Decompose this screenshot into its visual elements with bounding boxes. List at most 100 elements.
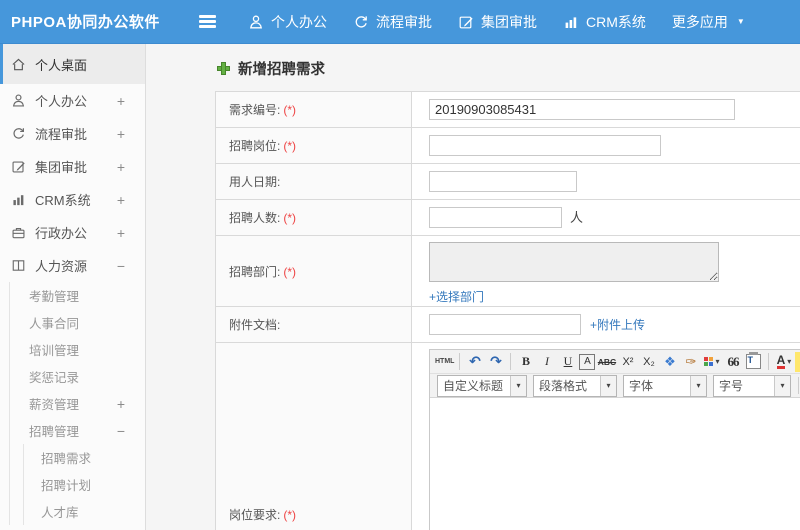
sidebar-item-label: 流程审批 [35,127,88,142]
menu-icon[interactable] [199,15,216,28]
sidebar-recruit-submenu: 招聘需求 招聘计划 人才库 [23,444,145,525]
caret-down-icon: ▾ [715,357,720,366]
redo-button[interactable]: ↷ [486,352,505,372]
sidebar-item-label: 招聘计划 [41,479,92,493]
sidebar-item-process-approval[interactable]: 流程审批 + [0,117,145,150]
sidebar-item-personal-office[interactable]: 个人办公 + [0,84,145,117]
topnav-label: CRM系统 [586,13,646,30]
attachment-input[interactable] [429,314,581,335]
remove-format-button[interactable]: ❖ [660,352,679,372]
blockquote-button[interactable]: 66 [723,352,742,372]
sidebar-item-label: 考勤管理 [29,290,80,304]
sidebar-item-human-resources[interactable]: 人力资源 − [0,249,145,282]
expand-icon: + [116,191,125,208]
sidebar-item-talent-pool[interactable]: 人才库 [24,498,145,525]
sidebar-item-label: 个人桌面 [35,57,88,73]
app-logo: PHPOA协同办公软件 [11,14,160,31]
topnav-item-more-apps[interactable]: 更多应用 ▼ [672,12,745,32]
strikethrough-button[interactable]: ABC [597,352,616,372]
sidebar-item-recruit-demand[interactable]: 招聘需求 [24,444,145,471]
field-label: 需求编号: [229,103,281,117]
sidebar-item-crm-system[interactable]: CRM系统 + [0,183,145,216]
superscript-button[interactable]: X² [618,352,637,372]
sidebar-item-label: 人力资源 [35,259,88,274]
required-mark: (*) [283,264,297,279]
add-icon [217,62,230,75]
expand-icon: + [116,395,125,412]
font-color-icon: A [776,353,786,369]
topnav-item-process-approval[interactable]: 流程审批 [353,12,432,32]
topnav-label: 个人办公 [271,13,327,30]
bar-chart-icon [11,192,26,207]
font-size-dropdown[interactable]: 字号 ▾ [713,374,791,397]
undo-button[interactable]: ↶ [465,352,484,372]
attachment-upload-link[interactable]: +附件上传 [590,318,645,332]
highlight-color-button[interactable]: a [795,351,800,372]
briefcase-icon [11,225,26,240]
sidebar-item-attendance-mgmt[interactable]: 考勤管理 [10,282,145,309]
format-brush-button[interactable]: ✑ [681,352,700,372]
editor-content-area[interactable] [430,398,800,530]
field-label: 用人日期: [229,175,281,189]
employment-date-input[interactable] [429,171,577,192]
caret-down-icon: ▾ [510,375,526,396]
required-mark: (*) [283,139,297,153]
table-row: 用人日期: [215,163,800,200]
italic-button[interactable]: I [537,352,556,372]
expand-icon: + [116,158,125,175]
demand-number-input[interactable] [429,99,735,120]
sidebar-item-recruit-plan[interactable]: 招聘计划 [24,471,145,498]
recruit-demand-form: 需求编号:(*) 招聘岗位:(*) 用人日期: 招聘人数:(*) 人 招聘部门:… [215,91,800,530]
recruit-count-input[interactable] [429,207,562,228]
sidebar-item-label: 人事合同 [29,317,80,331]
sidebar-item-label: 招聘需求 [41,452,92,466]
sidebar-item-group-approval[interactable]: 集团审批 + [0,150,145,183]
bold-button[interactable]: B [516,352,535,372]
collapse-icon: − [116,422,125,439]
topnav-label: 更多应用 [671,13,728,30]
field-label: 招聘部门: [229,264,281,279]
sidebar-item-admin-office[interactable]: 行政办公 + [0,216,145,249]
topnav-item-crm-system[interactable]: CRM系统 [563,12,646,32]
custom-title-dropdown[interactable]: 自定义标题 ▾ [437,374,527,397]
paragraph-format-dropdown[interactable]: 段落格式 ▾ [533,374,617,397]
sidebar-item-label: 集团审批 [35,160,88,175]
editor-toolbar-row2: 自定义标题 ▾ 段落格式 ▾ 字体 ▾ 字号 ▾ [430,374,800,398]
sidebar-item-training-mgmt[interactable]: 培训管理 [10,336,145,363]
app-window: PHPOA协同办公软件 个人办公 流程审批 集团审批 CRM系统 更多应用 ▼ … [0,0,800,530]
caret-down-icon: ▼ [736,17,745,26]
sidebar-item-personnel-contract[interactable]: 人事合同 [10,309,145,336]
sidebar-item-recruit-mgmt[interactable]: 招聘管理 − [10,417,145,444]
recruit-department-textarea[interactable] [429,242,719,282]
editor-toolbar-row1: HTML ↶ ↷ B I U A ABC X² X₂ ❖ ✑ ▾ 66 T A … [430,350,800,374]
recruit-position-input[interactable] [429,135,661,156]
book-icon [11,258,26,273]
subscript-button[interactable]: X₂ [639,352,658,372]
collapse-icon: − [116,257,125,274]
person-icon [248,14,264,30]
topnav-item-group-approval[interactable]: 集团审批 [458,12,537,32]
edit-icon [458,14,474,30]
select-department-link[interactable]: +选择部门 [429,288,800,305]
font-name-button[interactable]: A [579,353,596,370]
clipboard-icon: T [746,352,762,369]
underline-button[interactable]: U [558,352,577,372]
top-navigation: 个人办公 流程审批 集团审批 CRM系统 更多应用 ▼ [248,12,771,32]
font-family-dropdown[interactable]: 字体 ▾ [623,374,707,397]
table-row: 岗位要求: (*) HTML ↶ ↷ B I U A ABC X² X₂ ❖ ✑… [215,342,800,530]
emoticons-button[interactable]: ▾ [702,352,721,372]
sidebar-item-salary-mgmt[interactable]: 薪资管理 + [10,390,145,417]
page-title-text: 新增招聘需求 [238,62,325,78]
sidebar-item-label: 奖惩记录 [29,371,80,385]
field-label: 附件文档: [229,318,281,332]
emoticons-icon [704,357,713,366]
field-label: 招聘人数: [229,211,281,225]
sidebar-item-personal-desktop[interactable]: 个人桌面 [0,44,145,84]
sidebar-item-reward-punishment[interactable]: 奖惩记录 [10,363,145,390]
toolbar-divider [768,353,770,370]
source-code-button[interactable]: HTML [435,352,454,372]
paste-text-button[interactable]: T [744,352,763,372]
topnav-item-personal-office[interactable]: 个人办公 [248,12,327,32]
font-color-button[interactable]: A ▾ [774,352,793,372]
sidebar-item-label: 行政办公 [35,226,88,241]
